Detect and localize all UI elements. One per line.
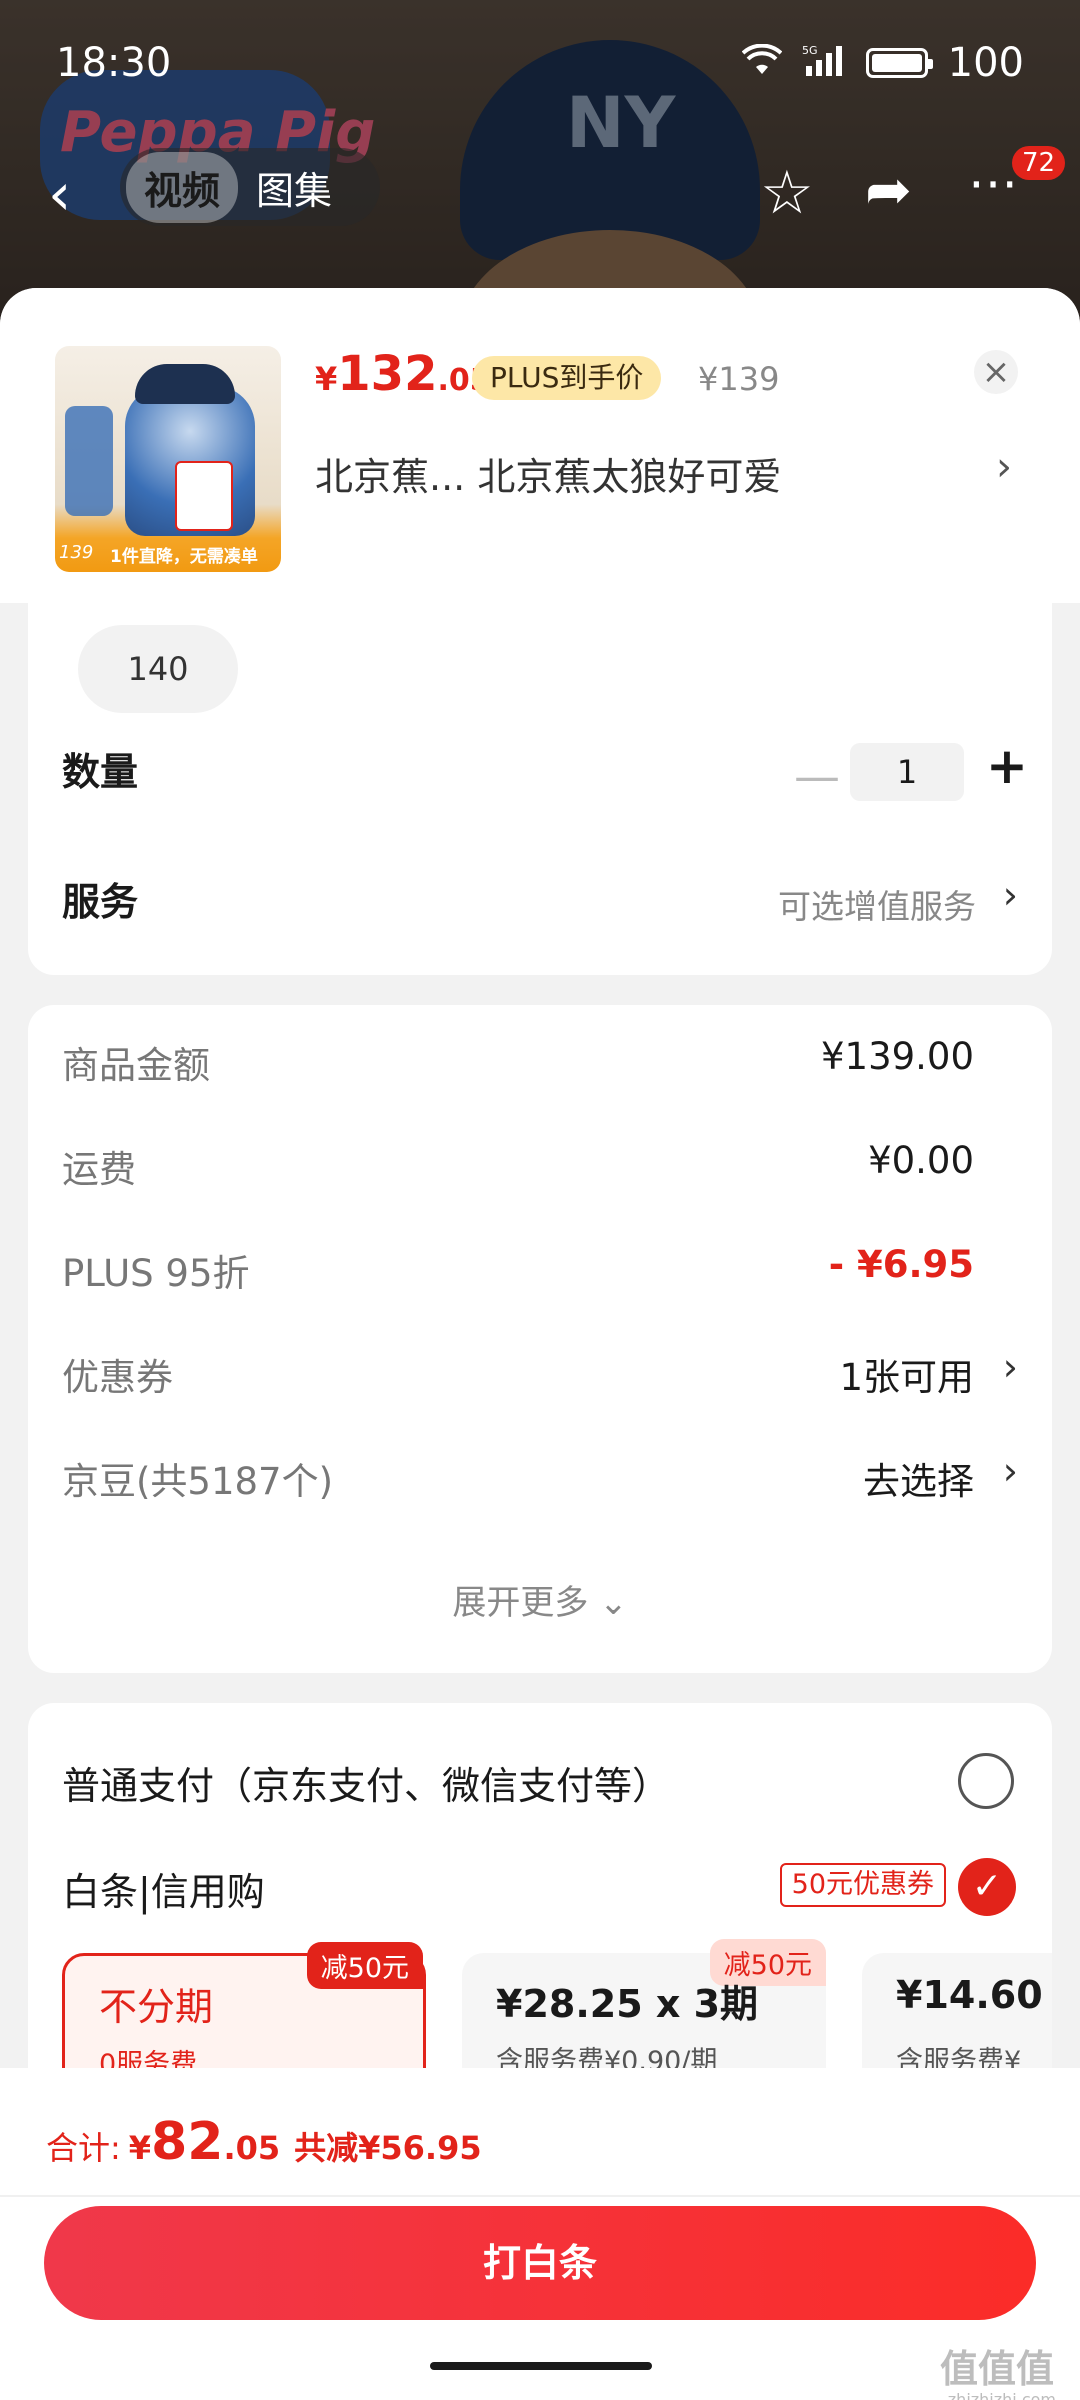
chevron-down-icon: ⌄ [599,1583,628,1623]
status-icons: 5G 100 [741,40,1024,86]
share-icon[interactable]: ➦ [865,158,912,223]
thumb-jacket-variants [65,406,113,516]
battery-icon [865,48,933,78]
status-time: 18:30 [56,40,172,86]
checkout-bar: 合计: ¥ 82 .05 共减¥56.95 打白条 值值值 zhizhizhi.… [0,2068,1080,2400]
original-price: ¥139 [698,360,780,398]
status-bar: 18:30 5G 100 [0,0,1080,120]
home-indicator[interactable] [430,2362,652,2370]
service-label: 服务 [62,880,139,924]
quantity-increase-button[interactable]: + [986,737,1028,795]
total-saving: 共减¥56.95 [294,2129,482,2167]
fee-plus-discount-value: - ¥6.95 [828,1243,974,1286]
close-button[interactable]: × [974,350,1018,394]
watermark-logo: 值值值 [939,2347,1054,2391]
plus-price-badge: PLUS到手价 [472,356,662,400]
chevron-right-icon[interactable]: › [1003,873,1018,917]
chevron-right-icon[interactable]: › [1003,1449,1018,1493]
message-badge: 72 [1012,146,1066,180]
fee-shipping-value: ¥0.00 [868,1139,974,1182]
product-price: ¥ 132 .05 [315,346,491,402]
normal-payment-label[interactable]: 普通支付（京东支付、微信支付等） [62,1755,670,1810]
price-symbol: ¥ [315,360,338,398]
thumb-price: 139 [59,542,94,563]
fee-coupon-label: 优惠券 [62,1356,173,1399]
spec-card: 140 数量 — 1 + 服务 可选增值服务 › [28,603,1052,975]
thumb-cap-image [135,364,235,404]
plan-title: 不分期 [99,1985,214,2029]
total-amount: 合计: ¥ 82 .05 共减¥56.95 [46,2112,482,2172]
selected-spec-title[interactable]: 北京蕉... 北京蕉太狼好可爱 [315,446,781,501]
watermark-url: zhizhizhi.com [947,2390,1056,2400]
thumb-price-tag [175,461,233,531]
expand-more-button[interactable]: 展开更多 ⌄ [28,1575,1052,1624]
fee-coupon-value[interactable]: 1张可用 [839,1347,974,1401]
wifi-icon [741,40,782,86]
fee-goods-label: 商品金额 [62,1044,210,1087]
star-icon[interactable]: ☆ [760,158,814,228]
media-tab-switcher: 视频 图集 [120,148,380,226]
total-label: 合计: [46,2129,121,2167]
fee-jingdou-label: 京豆(共5187个) [62,1460,334,1503]
thumb-promo-text: 1件直降，无需凑单 [110,547,258,567]
divider [0,2195,1080,2197]
back-arrow-icon[interactable]: ‹ [48,160,71,228]
tab-gallery[interactable]: 图集 [238,152,350,223]
price-integer: 132 [337,346,438,402]
fee-jingdou-value[interactable]: 去选择 [863,1451,974,1505]
top-nav: ‹ 视频 图集 ☆ ➦ ⋯ 72 [0,140,1080,240]
tab-video[interactable]: 视频 [126,151,239,223]
expand-more-label: 展开更多 [452,1583,589,1623]
quantity-input[interactable]: 1 [850,743,964,801]
fee-goods-value: ¥139.00 [820,1035,974,1078]
fee-card: 商品金额 ¥139.00 运费 ¥0.00 PLUS 95折 - ¥6.95 优… [28,1005,1052,1673]
chevron-right-icon[interactable]: › [996,444,1012,490]
total-integer: 82 [151,2112,224,2172]
size-option-140[interactable]: 140 [78,625,238,713]
chevron-right-icon[interactable]: › [1003,1345,1018,1389]
normal-payment-radio[interactable] [958,1753,1014,1809]
svg-text:5G: 5G [802,44,818,57]
battery-level: 100 [947,40,1024,86]
plan-title: ¥14.60 [896,1973,1043,2017]
quantity-label: 数量 [62,750,139,794]
fee-shipping-label: 运费 [62,1148,136,1191]
total-decimal: .05 [223,2129,281,2167]
baitiao-coupon-tag: 50元优惠券 [779,1863,946,1907]
plan-title: ¥28.25 x 3期 [496,1982,759,2026]
sheet-header: 139 1件直降，无需凑单 ¥ 132 .05 PLUS到手价 ¥139 × 北… [0,288,1080,603]
fee-plus-discount-label: PLUS 95折 [62,1252,250,1295]
pay-with-baitiao-button[interactable]: 打白条 [44,2206,1036,2320]
baitiao-checked-icon[interactable]: ✓ [958,1858,1016,1916]
service-value[interactable]: 可选增值服务 [778,880,976,928]
baitiao-payment-label[interactable]: 白条|信用购 [62,1861,265,1916]
quantity-decrease-button[interactable]: — [794,749,840,803]
total-symbol: ¥ [128,2129,152,2167]
product-thumbnail[interactable]: 139 1件直降，无需凑单 [55,346,281,572]
plan-discount-badge: 减50元 [306,1942,423,1989]
cellular-signal-icon: 5G [802,40,846,86]
